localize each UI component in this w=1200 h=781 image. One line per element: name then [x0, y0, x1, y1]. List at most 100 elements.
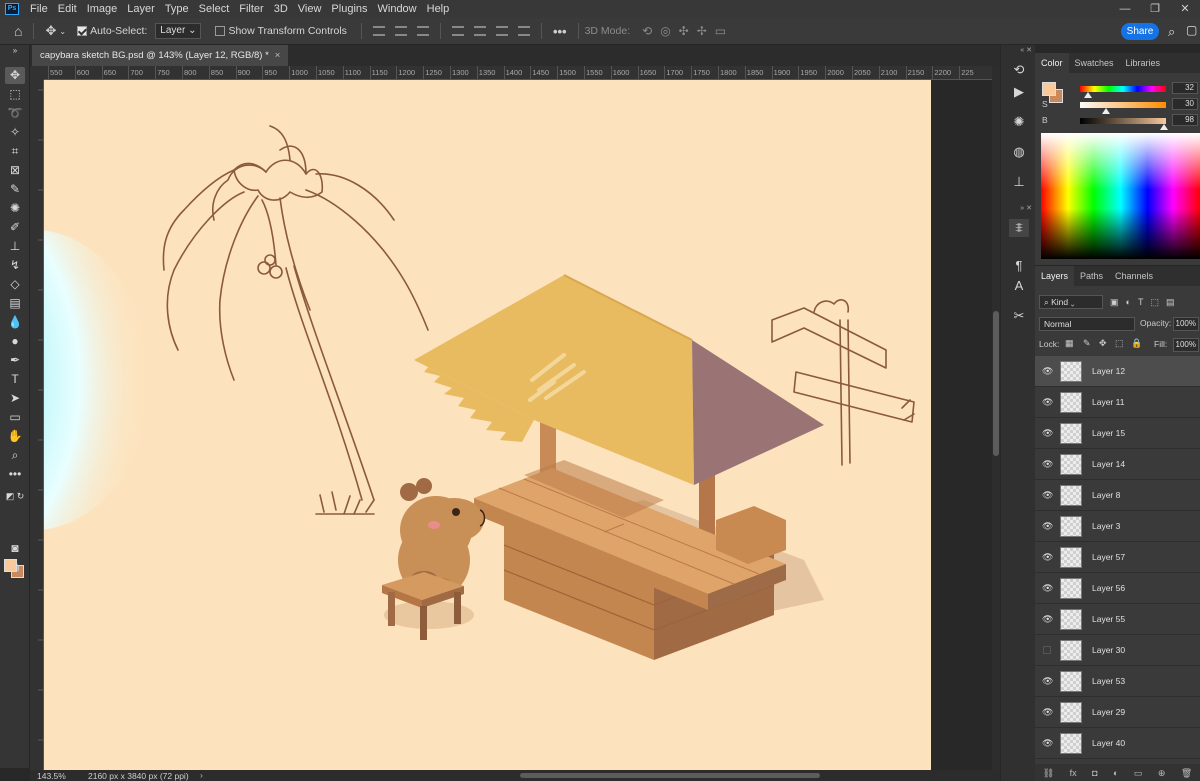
- layer-name[interactable]: Layer 8: [1092, 490, 1120, 500]
- quick-mask-icon[interactable]: ◙: [5, 540, 25, 557]
- menu-file[interactable]: File: [25, 0, 53, 18]
- clone-source-icon[interactable]: ⊥: [1009, 173, 1029, 191]
- filter-smart-object-icon[interactable]: ▤: [1166, 297, 1175, 308]
- layer-row[interactable]: 👁 Layer 29: [1035, 697, 1200, 728]
- visibility-eye-icon[interactable]: 👁: [1042, 707, 1053, 718]
- align-left-icon[interactable]: [451, 26, 464, 36]
- visibility-eye-icon[interactable]: 👁: [1042, 552, 1053, 563]
- layer-name[interactable]: Layer 14: [1092, 459, 1125, 469]
- blur-tool-icon[interactable]: 💧: [5, 314, 25, 331]
- canvas-area[interactable]: [44, 80, 992, 770]
- foreground-color-swatch[interactable]: [4, 559, 17, 572]
- type-tool-icon[interactable]: T: [5, 371, 25, 388]
- layer-row[interactable]: 👁 Layer 57: [1035, 542, 1200, 573]
- glyphs-icon[interactable]: ¶: [1009, 257, 1029, 275]
- frame-tool-icon[interactable]: ⊠: [5, 162, 25, 179]
- new-layer-icon[interactable]: ⊕: [1158, 768, 1166, 779]
- close-tab-icon[interactable]: ×: [275, 50, 281, 61]
- menu-select[interactable]: Select: [194, 0, 235, 18]
- layer-name[interactable]: Layer 11: [1092, 397, 1124, 407]
- menu-plugins[interactable]: Plugins: [326, 0, 372, 18]
- lock-pixels-icon[interactable]: ✎: [1083, 338, 1091, 349]
- visibility-eye-icon[interactable]: 👁: [1042, 738, 1053, 749]
- hue-slider[interactable]: [1080, 86, 1166, 92]
- healing-brush-icon[interactable]: ✺: [5, 200, 25, 217]
- tab-channels[interactable]: Channels: [1109, 266, 1159, 286]
- tab-layers[interactable]: Layers: [1035, 266, 1075, 286]
- lock-position-icon[interactable]: ✥: [1099, 338, 1107, 349]
- menu-filter[interactable]: Filter: [234, 0, 268, 18]
- document-tab[interactable]: capybara sketch BG.psd @ 143% (Layer 12,…: [32, 45, 289, 66]
- chevron-down-icon[interactable]: ⌄: [59, 27, 66, 36]
- saturation-slider[interactable]: [1080, 102, 1166, 108]
- collapse-icon[interactable]: « ✕: [1001, 47, 1036, 55]
- align-right-icon[interactable]: [495, 26, 508, 36]
- visibility-eye-icon[interactable]: 👁: [1042, 397, 1053, 408]
- saturation-value[interactable]: 30: [1172, 98, 1198, 110]
- layer-row[interactable]: 👁 Layer 11: [1035, 387, 1200, 418]
- filter-adjustment-icon[interactable]: ◐: [1126, 297, 1131, 307]
- layer-name[interactable]: Layer 12: [1092, 366, 1125, 376]
- brush-settings-icon[interactable]: ⩨: [1009, 219, 1029, 237]
- menu-layer[interactable]: Layer: [122, 0, 160, 18]
- visibility-eye-icon[interactable]: 👁: [1042, 490, 1053, 501]
- filter-shape-icon[interactable]: ⬚: [1150, 297, 1159, 308]
- menu-view[interactable]: View: [293, 0, 327, 18]
- layer-row[interactable]: 👁 Layer 8: [1035, 480, 1200, 511]
- fill-input[interactable]: 100%: [1173, 338, 1199, 352]
- dodge-tool-icon[interactable]: ●: [5, 333, 25, 350]
- workspace-icon[interactable]: ▢: [1186, 23, 1197, 37]
- status-menu-arrow[interactable]: ›: [200, 770, 203, 780]
- visibility-eye-icon[interactable]: 👁: [1043, 646, 1051, 654]
- brightness-slider-thumb[interactable]: [1160, 124, 1169, 130]
- layer-row[interactable]: 👁 Layer 40: [1035, 728, 1200, 759]
- scrollbar-thumb[interactable]: [993, 311, 999, 456]
- character-icon[interactable]: A: [1009, 277, 1029, 295]
- add-mask-icon[interactable]: ◘: [1092, 768, 1097, 778]
- opacity-input[interactable]: 100%: [1173, 317, 1199, 331]
- align-center-icon[interactable]: [473, 26, 486, 36]
- rectangle-tool-icon[interactable]: ▭: [5, 409, 25, 426]
- layer-name[interactable]: Layer 29: [1092, 707, 1125, 717]
- clone-stamp-icon[interactable]: ⊥: [5, 238, 25, 255]
- menu-image[interactable]: Image: [82, 0, 123, 18]
- 3d-slide-icon[interactable]: ✢: [697, 24, 707, 38]
- filter-pixel-icon[interactable]: ▣: [1110, 297, 1119, 308]
- color-spectrum[interactable]: [1041, 133, 1200, 259]
- layer-row[interactable]: 👁 Layer 12: [1035, 356, 1200, 387]
- filter-type-icon[interactable]: T: [1138, 297, 1144, 307]
- visibility-eye-icon[interactable]: 👁: [1042, 459, 1053, 470]
- edit-toolbar-icon[interactable]: •••: [5, 466, 25, 483]
- crop-tool-icon[interactable]: ⌗: [5, 143, 25, 160]
- blend-mode-dropdown[interactable]: Normal: [1039, 317, 1135, 331]
- layer-row[interactable]: 👁 Layer 14: [1035, 449, 1200, 480]
- layer-row[interactable]: 👁 Layer 3: [1035, 511, 1200, 542]
- history-brush-icon[interactable]: ↯: [5, 257, 25, 274]
- visibility-eye-icon[interactable]: 👁: [1042, 614, 1053, 625]
- foreground-color-swatch[interactable]: [1042, 82, 1056, 96]
- 3d-orbit-icon[interactable]: ⟲: [642, 24, 652, 38]
- history-icon[interactable]: ⟲: [1009, 61, 1029, 79]
- tab-color[interactable]: Color: [1035, 53, 1069, 73]
- layer-row[interactable]: 👁 Layer 55: [1035, 604, 1200, 635]
- brightness-slider[interactable]: [1080, 118, 1166, 124]
- lasso-tool-icon[interactable]: ➰: [5, 105, 25, 122]
- visibility-eye-icon[interactable]: 👁: [1042, 583, 1053, 594]
- show-transform-checkbox[interactable]: [215, 26, 226, 36]
- search-icon[interactable]: ⌕: [1168, 24, 1175, 40]
- layer-name[interactable]: Layer 3: [1092, 521, 1120, 531]
- visibility-eye-icon[interactable]: 👁: [1042, 676, 1053, 687]
- eyedropper-icon[interactable]: ✎: [5, 181, 25, 198]
- default-colors-icon[interactable]: ◩ ↻: [5, 490, 25, 502]
- lock-artboard-icon[interactable]: ⬚: [1115, 338, 1124, 349]
- visibility-eye-icon[interactable]: 👁: [1042, 428, 1053, 439]
- link-layers-icon[interactable]: ⛓: [1043, 768, 1054, 779]
- actions-play-icon[interactable]: ▶: [1009, 83, 1029, 101]
- tab-paths[interactable]: Paths: [1074, 266, 1109, 286]
- visibility-eye-icon[interactable]: 👁: [1042, 366, 1053, 377]
- lock-transparency-icon[interactable]: ▦: [1065, 338, 1074, 349]
- menu-help[interactable]: Help: [422, 0, 455, 18]
- brush-tool-icon[interactable]: ✐: [5, 219, 25, 236]
- magic-wand-icon[interactable]: ✧: [5, 124, 25, 141]
- hand-tool-icon[interactable]: ✋: [5, 428, 25, 445]
